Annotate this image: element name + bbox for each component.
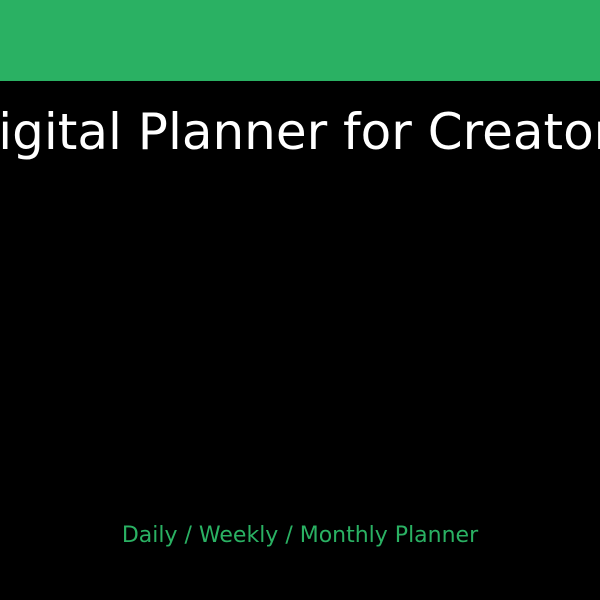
accent-band bbox=[0, 0, 600, 81]
banner-title: Digital Planner for Creators bbox=[0, 100, 600, 164]
banner-title-text: Digital Planner for Creators bbox=[0, 103, 600, 161]
banner-subtitle: Daily / Weekly / Monthly Planner bbox=[121, 523, 479, 548]
planner-banner: Digital Planner for Creators Daily / Wee… bbox=[0, 0, 600, 600]
